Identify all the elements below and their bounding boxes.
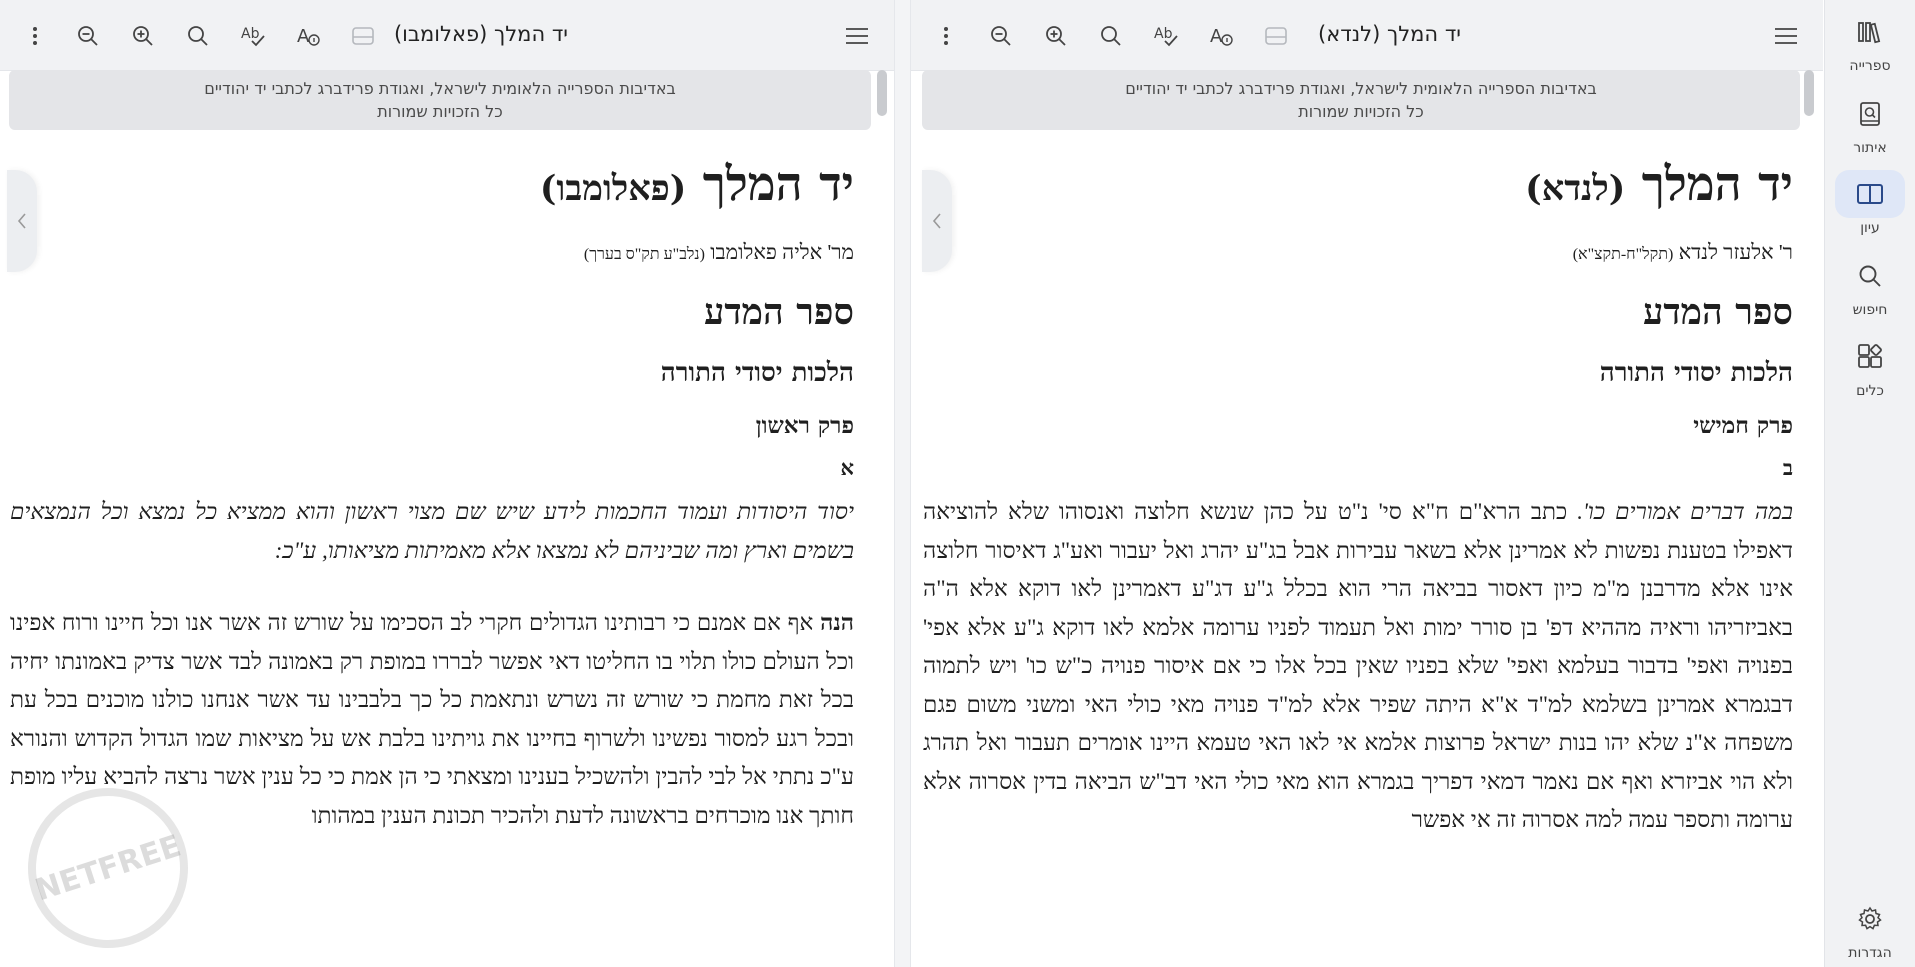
svg-text:A: A: [1210, 26, 1223, 47]
book-heading: ספר המדע: [1642, 291, 1793, 333]
svg-text:A: A: [297, 26, 310, 47]
section-heading: הלכות יסודי התורה: [660, 358, 854, 388]
svg-text:Ab: Ab: [1154, 26, 1173, 42]
gear-icon: [1835, 895, 1905, 943]
rail-item-tools[interactable]: כלים: [1835, 333, 1905, 405]
menu-icon[interactable]: [842, 21, 872, 51]
rail-item-find[interactable]: איתור: [1835, 90, 1905, 162]
author-line: ר' אלעזר לנדא (תקל"ח-תקצ"א): [1572, 240, 1793, 264]
rail-item-study[interactable]: עיון: [1835, 170, 1905, 242]
left-reader-pane: Ab A יד המלך (פאלומבו) באדיבות הספרייה ה…: [0, 0, 894, 967]
more-options-icon[interactable]: [20, 21, 50, 51]
quoted-text: יסוד היסודות ועמוד החכמות לידע שיש שם מצ…: [10, 499, 854, 563]
search-in-text-icon[interactable]: [1096, 21, 1126, 51]
svg-text:Ab: Ab: [241, 26, 260, 42]
left-document: יד המלך (פאלומבו) מר' אליה פאלומבו (נלב"…: [10, 150, 854, 835]
text-format-icon[interactable]: A: [1206, 21, 1236, 51]
right-toolbar: Ab A יד המלך (לנדא): [911, 0, 1823, 71]
rail-item-search[interactable]: חיפוש: [1835, 252, 1905, 324]
rail-item-library[interactable]: ספרייה: [1835, 8, 1905, 80]
left-toolbar: Ab A יד המלך (פאלומבו): [0, 0, 894, 71]
right-tab-title: יד המלך (לנדא): [1318, 22, 1461, 46]
banner-line-1: באדיבות הספרייה הלאומית לישראל, ואגודת פ…: [204, 79, 676, 98]
search-in-text-icon[interactable]: [183, 21, 213, 51]
chapter-heading: פרק ראשון: [755, 412, 854, 439]
zoom-in-icon[interactable]: [128, 21, 158, 51]
zoom-in-icon[interactable]: [1041, 21, 1071, 51]
more-options-icon[interactable]: [931, 21, 961, 51]
navigation-rail: ספרייה איתור עיון חיפוש כלים הגדרות: [1824, 0, 1915, 967]
right-reader-pane: Ab A יד המלך (לנדא) באדיבות הספרייה הלאו…: [911, 0, 1823, 967]
right-document: יד המלך (לנדא) ר' אלעזר לנדא (תקל"ח-תקצ"…: [923, 150, 1793, 840]
scrollbar-thumb[interactable]: [1804, 70, 1814, 116]
document-title: יד המלך (לנדא): [1525, 157, 1793, 212]
banner-line-1: באדיבות הספרייה הלאומית לישראל, ואגודת פ…: [1125, 79, 1597, 98]
banner-line-2: כל הזכויות שמורות: [377, 102, 503, 121]
library-icon: [1835, 8, 1905, 56]
spellcheck-icon[interactable]: Ab: [1151, 21, 1181, 51]
banner-line-2: כל הזכויות שמורות: [1298, 102, 1424, 121]
book-open-icon: [1835, 170, 1905, 218]
chapter-heading: פרק חמישי: [1693, 412, 1793, 439]
commentary-text: במה דברים אמורים כו'. כתב הרא"ם ח"א סי' …: [923, 499, 1794, 832]
copyright-banner: באדיבות הספרייה הלאומית לישראל, ואגודת פ…: [922, 70, 1800, 130]
halacha-number: ב: [1782, 455, 1793, 480]
rail-item-settings[interactable]: הגדרות: [1835, 895, 1905, 967]
scrollbar-thumb[interactable]: [877, 70, 887, 116]
document-title: יד המלך (פאלומבו): [539, 157, 854, 212]
split-view-icon[interactable]: [1261, 21, 1291, 51]
split-view-icon[interactable]: [348, 21, 378, 51]
copyright-banner: באדיבות הספרייה הלאומית לישראל, ואגודת פ…: [9, 70, 871, 130]
menu-icon[interactable]: [1771, 21, 1801, 51]
book-heading: ספר המדע: [703, 291, 854, 333]
left-tab-title: יד המלך (פאלומבו): [393, 22, 568, 46]
zoom-out-icon[interactable]: [73, 21, 103, 51]
pane-divider[interactable]: [894, 0, 911, 967]
find-book-icon: [1835, 90, 1905, 138]
spellcheck-icon[interactable]: Ab: [238, 21, 268, 51]
search-icon: [1835, 252, 1905, 300]
section-heading: הלכות יסודי התורה: [1599, 358, 1793, 388]
halacha-number: א: [840, 455, 854, 480]
zoom-out-icon[interactable]: [986, 21, 1016, 51]
commentary-text: הנה אף אם אמנם כי רבותינו הגדולים חקרי ל…: [10, 610, 855, 828]
author-line: מר' אליה פאלומבו (נלב"ע תק"ס בערך): [583, 240, 854, 264]
text-format-icon[interactable]: A: [293, 21, 323, 51]
tools-icon: [1835, 333, 1905, 381]
